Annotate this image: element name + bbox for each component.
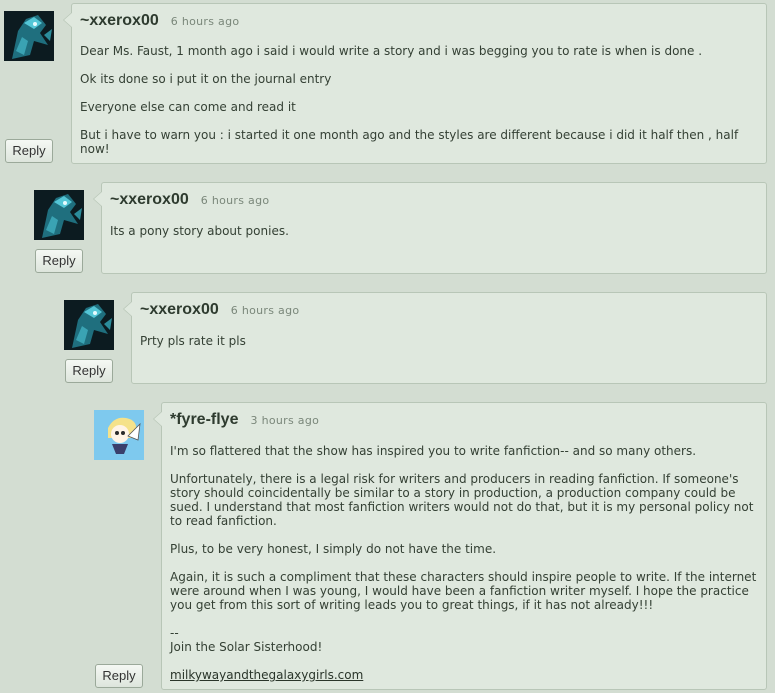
reply-button[interactable]: Reply (5, 139, 53, 163)
reply-button[interactable]: Reply (65, 359, 113, 383)
comment-paragraph: Dear Ms. Faust, 1 month ago i said i wou… (80, 44, 703, 58)
signature-link[interactable]: milkywayandthegalaxygirls.com (170, 668, 363, 682)
author-name[interactable]: ~xxerox00 (140, 301, 219, 318)
comment-paragraph: Its a pony story about ponies. (110, 224, 289, 238)
comment-paragraph: Everyone else can come and read it (80, 100, 296, 114)
comment-paragraph: Unfortunately, there is a legal risk for… (170, 472, 754, 528)
avatar[interactable] (94, 410, 144, 460)
comment-bubble: ~xxerox00 6 hours ago Its a pony story ab… (93, 182, 767, 274)
comment-paragraph: But i have to warn you : i started it on… (80, 128, 739, 156)
timestamp[interactable]: 3 hours ago (250, 414, 319, 427)
avatar[interactable] (34, 190, 84, 240)
comment-paragraph: Again, it is such a compliment that thes… (170, 570, 757, 612)
reply-button[interactable]: Reply (35, 249, 83, 273)
comment-paragraph: I'm so flattered that the show has inspi… (170, 444, 697, 458)
comment-bubble: ~xxerox00 6 hours ago Prty pls rate it pl… (123, 292, 767, 384)
avatar[interactable] (64, 300, 114, 350)
comment-paragraph: Prty pls rate it pls (140, 334, 246, 348)
timestamp[interactable]: 6 hours ago (201, 194, 270, 207)
signature-line: Join the Solar Sisterhood! (170, 640, 323, 654)
comment-body: Its a pony story about ponies. (110, 224, 758, 252)
signature-separator: -- (170, 626, 179, 640)
dark-pony-avatar-icon (64, 300, 114, 350)
dark-pony-avatar-icon (34, 190, 84, 240)
cartoon-girl-avatar-icon (94, 410, 144, 460)
comment-paragraph: Plus, to be very honest, I simply do not… (170, 542, 497, 556)
author-name[interactable]: *fyre-flye (170, 411, 238, 428)
comment-body: I'm so flattered that the show has inspi… (170, 444, 758, 682)
timestamp[interactable]: 6 hours ago (171, 15, 240, 28)
comment-paragraph: Ok its done so i put it on the journal e… (80, 72, 332, 86)
comment-bubble: *fyre-flye 3 hours ago I'm so flattered t… (153, 402, 767, 690)
dark-pony-avatar-icon (4, 11, 54, 61)
author-name[interactable]: ~xxerox00 (80, 12, 159, 29)
avatar[interactable] (4, 11, 54, 61)
timestamp[interactable]: 6 hours ago (231, 304, 300, 317)
comment-bubble: ~xxerox00 6 hours ago Dear Ms. Faust, 1 m… (63, 3, 767, 164)
author-name[interactable]: ~xxerox00 (110, 191, 189, 208)
comment-body: Dear Ms. Faust, 1 month ago i said i wou… (80, 44, 758, 170)
comment-body: Prty pls rate it pls (140, 334, 758, 362)
reply-button[interactable]: Reply (95, 664, 143, 688)
